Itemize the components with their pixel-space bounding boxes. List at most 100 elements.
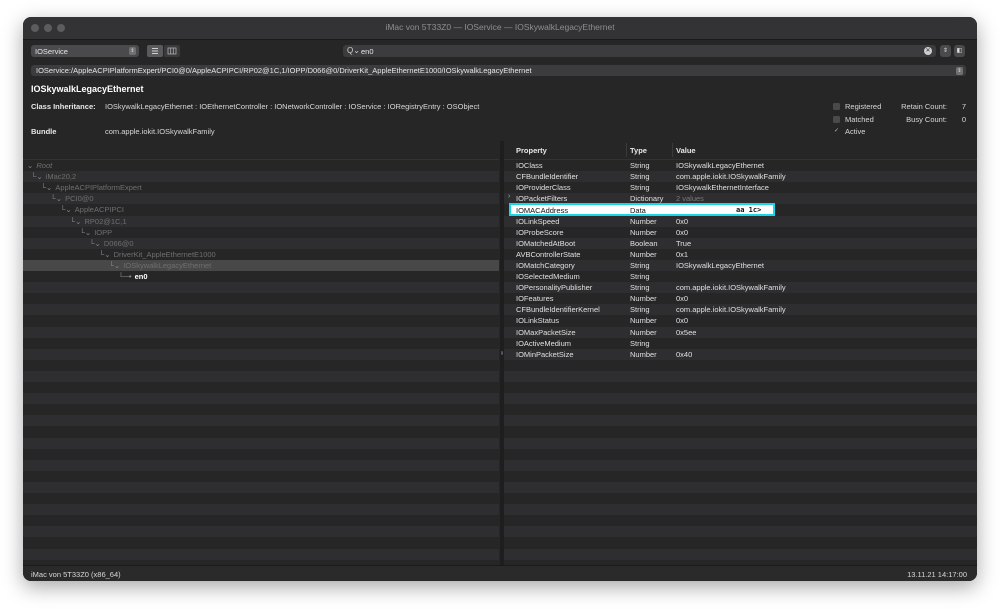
tree-row[interactable]: └⌄ IOSkywalkLegacyEthernet	[23, 259, 499, 271]
property-row[interactable]	[504, 370, 977, 382]
tree-expand-icon[interactable]: └⌄	[50, 194, 64, 203]
inspector-toggle-button[interactable]: ◧	[954, 45, 965, 57]
property-row[interactable]	[504, 437, 977, 449]
search-input[interactable]: en0	[361, 47, 374, 56]
tree-expand-icon[interactable]: └⌄	[41, 183, 55, 192]
tree-node[interactable]: └⌄ D066@0	[89, 239, 133, 248]
tree-row[interactable]: └⌄ PCI0@0	[23, 193, 499, 205]
property-row[interactable]: IOProviderClass String IOSkywalkEthernetIn…	[504, 182, 977, 193]
tree-row[interactable]	[23, 315, 499, 326]
tree-row[interactable]	[23, 504, 499, 516]
tree-expand-icon[interactable]: └⌄	[60, 205, 74, 214]
registered-checkbox[interactable]	[833, 103, 840, 110]
tree-node[interactable]: └⌄ DriverKit_AppleEthernetE1000	[99, 250, 216, 259]
highlighted-mac-address-row[interactable]: IOMACAddress Data aa 1c>	[509, 203, 775, 217]
tree-row[interactable]: └⌄ IOPP	[23, 227, 499, 238]
tree-row[interactable]	[23, 437, 499, 449]
tree-row[interactable]	[23, 370, 499, 382]
list-view-button[interactable]	[147, 45, 163, 57]
property-row[interactable]: IOSelectedMedium String	[504, 271, 977, 282]
property-row[interactable]	[504, 459, 977, 471]
property-row[interactable]	[504, 360, 977, 371]
tree-row[interactable]	[23, 449, 499, 460]
property-row[interactable]: IOProbeScore Number 0x0	[504, 227, 977, 238]
property-row[interactable]	[504, 481, 977, 493]
tree-row[interactable]: └⌄ AppleACPIPlatformExpert	[23, 182, 499, 193]
tree-row[interactable]: └⌄ iMac20,2	[23, 171, 499, 183]
tree-node[interactable]: ⌄ Root	[27, 161, 52, 170]
property-row[interactable]: AVBControllerState Number 0x1	[504, 249, 977, 260]
registry-path-select[interactable]: IOService:/AppleACPIPlatformExpert/PCI0@…	[31, 65, 966, 76]
property-row[interactable]: IOFeatures Number 0x0	[504, 293, 977, 304]
tree-row[interactable]	[23, 493, 499, 504]
active-checkbox[interactable]: ✓	[833, 128, 840, 135]
tree-row[interactable]	[23, 382, 499, 393]
tree-row[interactable]	[23, 338, 499, 349]
property-row[interactable]	[504, 548, 977, 560]
property-row[interactable]	[504, 493, 977, 504]
tree-node[interactable]: └⌄ PCI0@0	[50, 194, 93, 203]
tree-row[interactable]	[23, 415, 499, 427]
property-row[interactable]	[504, 404, 977, 415]
property-row[interactable]: IOMaxPacketSize Number 0x5ee	[504, 326, 977, 338]
column-header-property[interactable]: Property	[516, 146, 547, 155]
property-row[interactable]	[504, 537, 977, 548]
tree-expand-icon[interactable]: └⌄	[80, 228, 94, 237]
property-row[interactable]	[504, 471, 977, 482]
tree-expand-icon[interactable]: └⌄	[31, 172, 45, 181]
tree-row[interactable]	[23, 404, 499, 415]
properties-table[interactable]: Property Type Value IOClass String IOSkywa…	[504, 141, 977, 565]
property-row[interactable]: IOLinkStatus Number 0x0	[504, 315, 977, 326]
tree-row[interactable]	[23, 537, 499, 548]
tree-expand-icon[interactable]: ⌄	[27, 161, 35, 170]
property-row[interactable]	[504, 415, 977, 427]
divider-grip[interactable]	[501, 351, 503, 355]
tree-row[interactable]	[23, 548, 499, 560]
property-row[interactable]: IOMinPacketSize Number 0x40	[504, 348, 977, 360]
tree-node[interactable]: └⌄ AppleACPIPlatformExpert	[41, 183, 142, 192]
tree-node[interactable]: └⌄ IOPP	[80, 228, 113, 237]
tree-row[interactable]	[23, 426, 499, 437]
registry-tree[interactable]: ⌄ Root └⌄ iMac20,2 └⌄ AppleACPIPlatformExp…	[23, 141, 499, 565]
disclosure-chevron-icon[interactable]: ›	[508, 193, 510, 200]
tree-row[interactable]	[23, 326, 499, 338]
tree-row[interactable]	[23, 293, 499, 304]
tree-row[interactable]	[23, 471, 499, 482]
tree-node[interactable]: └─• en0	[118, 272, 147, 281]
property-row[interactable]: IOClass String IOSkywalkLegacyEthernet	[504, 160, 977, 171]
tree-node[interactable]: └⌄ AppleACPIPCI	[60, 205, 124, 214]
tree-node[interactable]: └⌄ iMac20,2	[31, 172, 76, 181]
property-row[interactable]: IOMatchCategory String IOSkywalkLegacyEthe…	[504, 259, 977, 271]
column-view-button[interactable]	[164, 45, 180, 57]
property-row[interactable]	[504, 426, 977, 437]
property-row[interactable]	[504, 504, 977, 516]
tree-row[interactable]	[23, 459, 499, 471]
search-field[interactable]: Q⌄ en0 ✕	[343, 45, 936, 57]
tree-row[interactable]	[23, 526, 499, 538]
tree-row[interactable]: └⌄ AppleACPIPCI	[23, 204, 499, 215]
tree-row[interactable]	[23, 360, 499, 371]
search-options-button[interactable]: ⇕	[940, 45, 951, 57]
property-row[interactable]: IOPersonalityPublisher String com.apple.io…	[504, 282, 977, 294]
property-row[interactable]	[504, 515, 977, 526]
property-row[interactable]	[504, 526, 977, 538]
tree-row[interactable]	[23, 282, 499, 294]
property-row[interactable]: CFBundleIdentifier String com.apple.iokit.…	[504, 171, 977, 183]
plane-select[interactable]: IOService ⇕	[31, 45, 139, 57]
tree-row[interactable]: └⌄ RP02@1C,1	[23, 215, 499, 227]
tree-row[interactable]: └─• en0	[23, 271, 499, 282]
tree-row[interactable]	[23, 481, 499, 493]
tree-row[interactable]: ⌄ Root	[23, 160, 499, 171]
property-row[interactable]: IOActiveMedium String	[504, 338, 977, 349]
property-row[interactable]: CFBundleIdentifierKernel String com.apple.…	[504, 304, 977, 316]
tree-expand-icon[interactable]: └⌄	[89, 239, 103, 248]
property-row[interactable]	[504, 393, 977, 405]
property-row[interactable]	[504, 449, 977, 460]
matched-checkbox[interactable]	[833, 116, 840, 123]
tree-expand-icon[interactable]: └⌄	[109, 261, 123, 270]
tree-node[interactable]: └⌄ IOSkywalkLegacyEthernet	[109, 261, 212, 270]
clear-search-icon[interactable]: ✕	[924, 47, 932, 55]
tree-expand-icon[interactable]: └⌄	[99, 250, 113, 259]
tree-node[interactable]: └⌄ RP02@1C,1	[70, 217, 127, 226]
tree-row[interactable]: └⌄ DriverKit_AppleEthernetE1000	[23, 249, 499, 260]
